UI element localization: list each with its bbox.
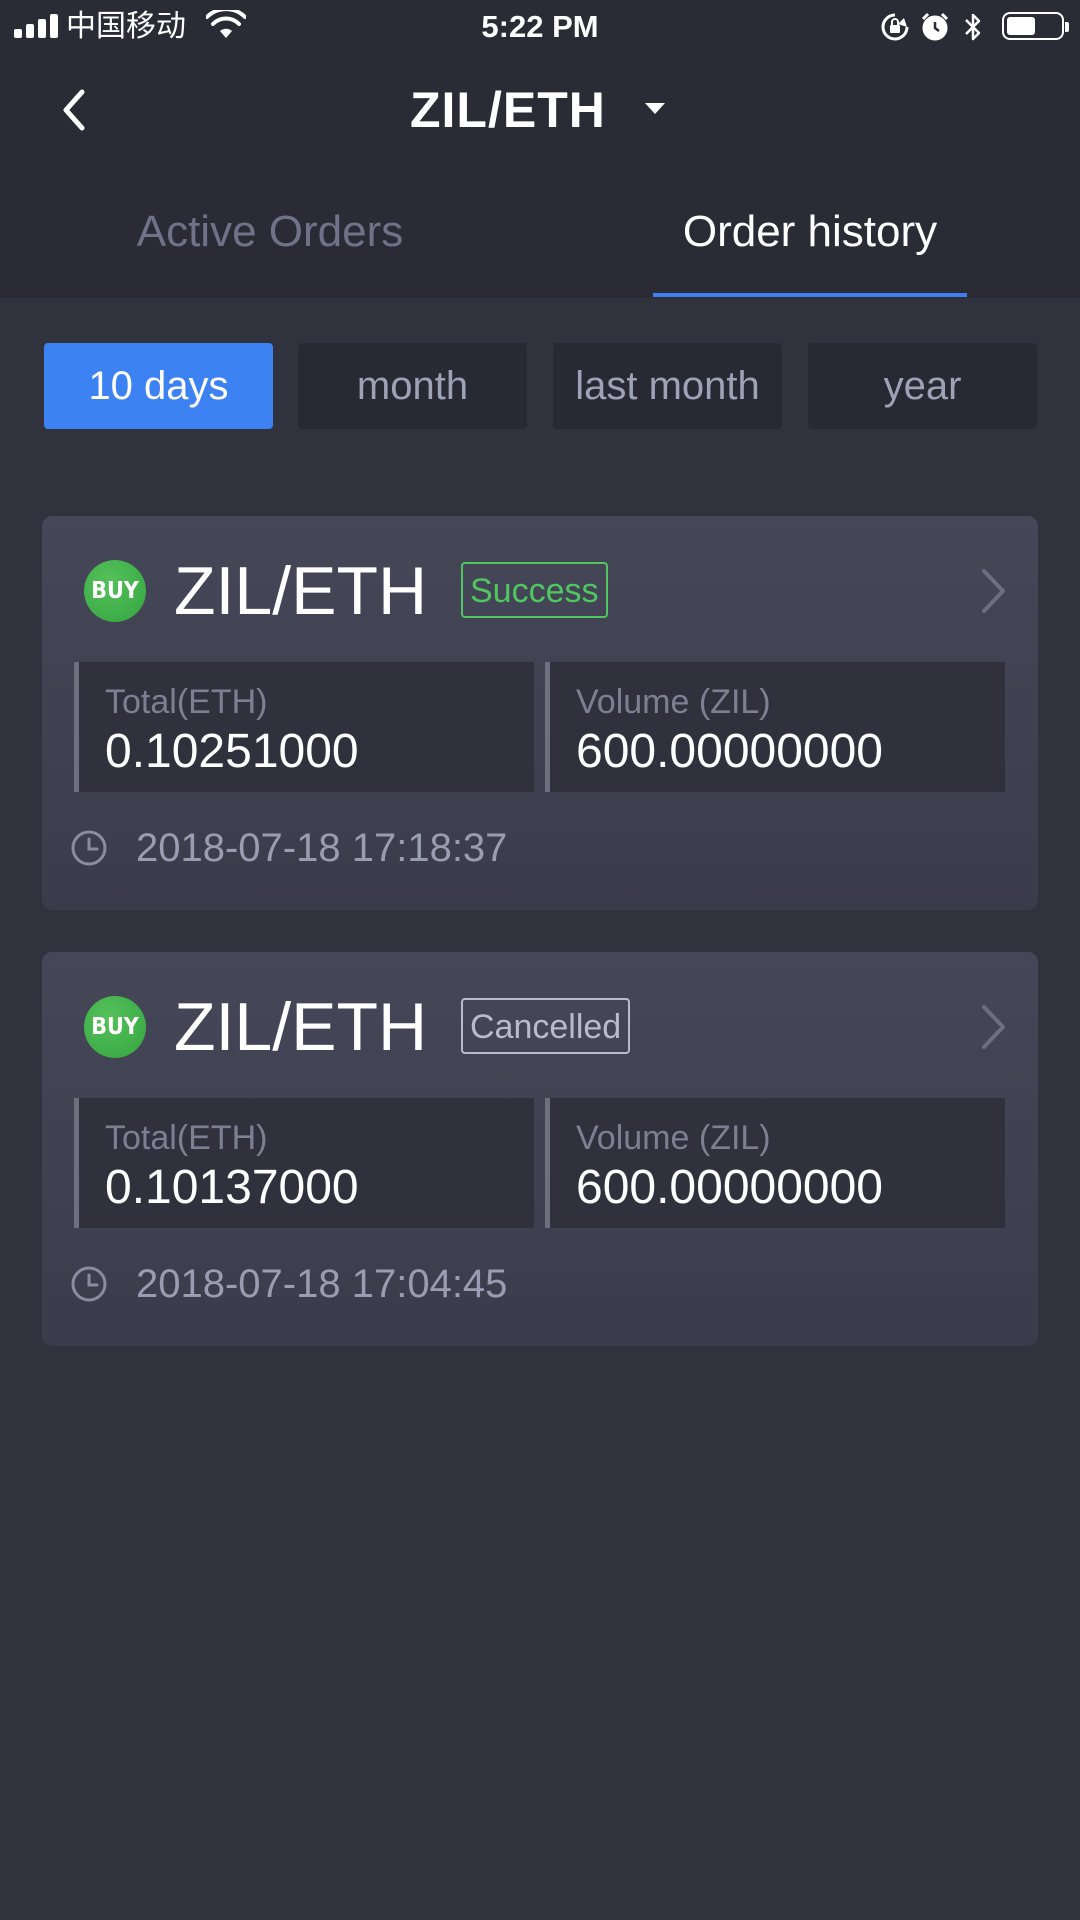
chevron-right-icon[interactable] — [978, 566, 1008, 616]
total-value: 0.10137000 — [105, 1161, 359, 1214]
bluetooth-icon — [965, 13, 981, 41]
order-pair: ZIL/ETH — [174, 989, 428, 1065]
order-pair: ZIL/ETH — [174, 553, 428, 629]
total-box: Total(ETH) 0.10137000 — [74, 1098, 534, 1228]
volume-value: 600.00000000 — [576, 725, 883, 778]
volume-label: Volume (ZIL) — [576, 683, 771, 721]
status-badge: Success — [461, 562, 608, 618]
alarm-icon — [921, 12, 949, 41]
total-value: 0.10251000 — [105, 725, 359, 778]
tab-order-history[interactable]: Order history — [540, 204, 1080, 260]
battery-icon — [1002, 12, 1069, 40]
volume-value: 600.00000000 — [576, 1161, 883, 1214]
total-label: Total(ETH) — [105, 683, 268, 721]
status-bar: 中国移动 5:22 PM — [0, 0, 1080, 54]
tab-active-orders[interactable]: Active Orders — [0, 204, 540, 260]
header: 中国移动 5:22 PM ZIL/ETH Active Orders Order… — [0, 0, 1080, 298]
filter-last-month[interactable]: last month — [553, 343, 782, 429]
order-timestamp: 2018-07-18 17:18:37 — [136, 826, 508, 870]
filter-month[interactable]: month — [298, 343, 527, 429]
active-tab-indicator — [653, 293, 967, 297]
order-card[interactable]: BUY ZIL/ETH Cancelled Total(ETH) 0.10137… — [42, 952, 1038, 1346]
rotation-lock-icon — [881, 13, 909, 41]
pair-title[interactable]: ZIL/ETH — [410, 80, 606, 140]
order-timestamp: 2018-07-18 17:04:45 — [136, 1262, 508, 1306]
back-chevron-icon[interactable] — [56, 82, 96, 138]
caret-down-icon[interactable] — [645, 103, 665, 114]
volume-box: Volume (ZIL) 600.00000000 — [545, 662, 1005, 792]
filter-10-days[interactable]: 10 days — [44, 343, 273, 429]
clock-icon — [71, 830, 107, 866]
total-box: Total(ETH) 0.10251000 — [74, 662, 534, 792]
order-card[interactable]: BUY ZIL/ETH Success Total(ETH) 0.1025100… — [42, 516, 1038, 910]
buy-badge: BUY — [84, 560, 146, 622]
status-badge: Cancelled — [461, 998, 631, 1054]
status-time: 5:22 PM — [481, 9, 599, 44]
total-label: Total(ETH) — [105, 1119, 268, 1157]
filter-year[interactable]: year — [808, 343, 1037, 429]
volume-label: Volume (ZIL) — [576, 1119, 771, 1157]
chevron-right-icon[interactable] — [978, 1002, 1008, 1052]
clock-icon — [71, 1266, 107, 1302]
volume-box: Volume (ZIL) 600.00000000 — [545, 1098, 1005, 1228]
buy-badge: BUY — [84, 996, 146, 1058]
